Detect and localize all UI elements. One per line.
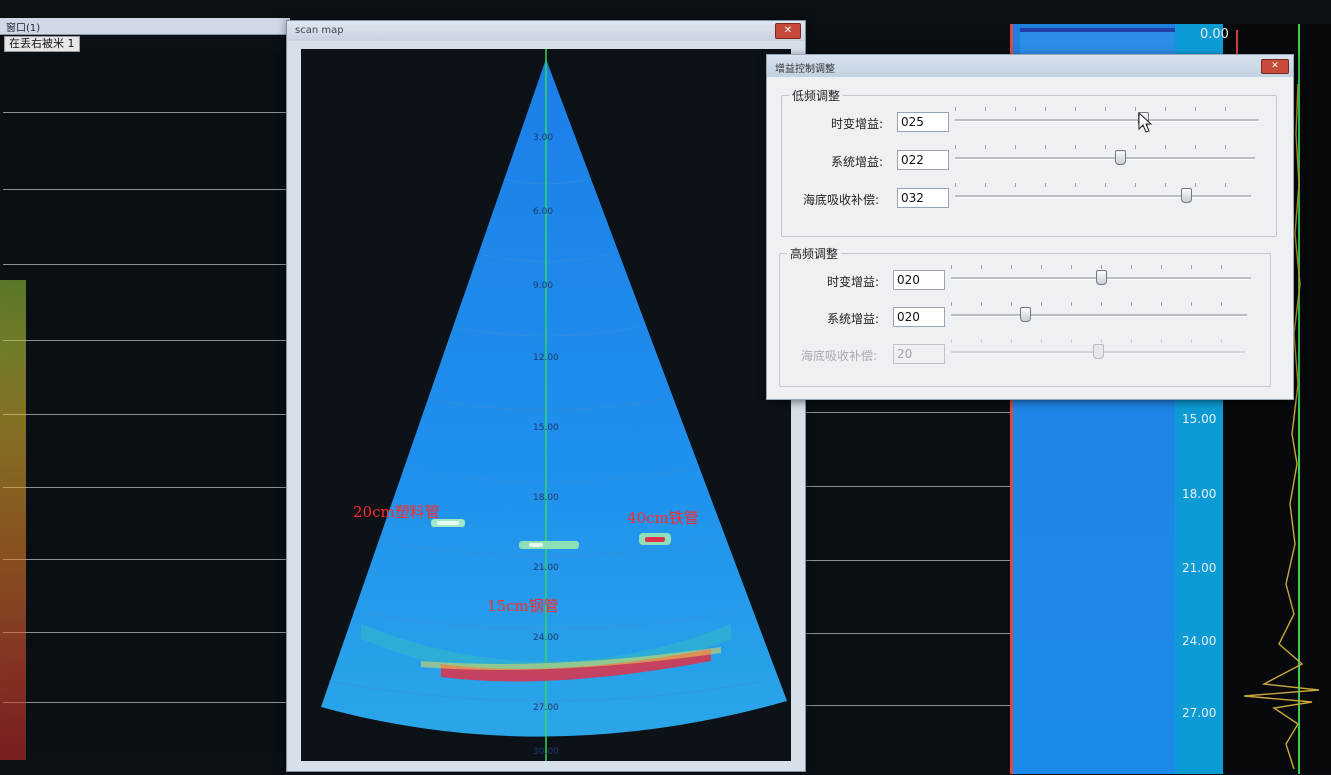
low-system-gain-label: 系统增益: (830, 155, 883, 169)
depth-label: 18.00 (533, 493, 559, 503)
slider-ticks (955, 145, 1255, 149)
annotation-iron-pipe: 40cm铁管 (627, 509, 699, 527)
sonar-fan-svg (321, 49, 787, 761)
grid-line (805, 633, 1010, 634)
high-tvg-label: 时变增益: (826, 275, 879, 289)
grid-line (805, 486, 1010, 487)
depth-label: 12.00 (533, 353, 559, 363)
grid-line (3, 632, 303, 633)
grid-line (3, 112, 303, 113)
color-scale-bar (0, 280, 26, 760)
scan-map-window[interactable]: scan map ✕ 3.00 6.00 9.00 12.00 15.00 18… (286, 20, 806, 772)
gain-adjust-dialog[interactable]: 增益控制调整 ✕ 低频调整 时变增益: 025 系统增益: 022 海底吸收补偿… (766, 54, 1294, 400)
scale-label: 18.00 (1182, 487, 1217, 501)
left-waterfall-grid (3, 52, 303, 752)
grid-line (805, 705, 1010, 706)
scale-label: 27.00 (1182, 706, 1217, 720)
low-tvg-slider-track[interactable] (955, 119, 1259, 122)
low-absorption-slider-thumb[interactable] (1180, 188, 1192, 203)
grid-line (805, 560, 1010, 561)
annotation-plastic-pipe: 20cm塑料管 (353, 503, 440, 521)
low-system-gain-slider-track[interactable] (955, 157, 1255, 160)
high-system-gain-label: 系统增益: (826, 312, 879, 326)
scan-map-titlebar[interactable]: scan map ✕ (287, 21, 805, 41)
low-system-gain-input[interactable]: 022 (897, 150, 949, 170)
low-absorption-input[interactable]: 032 (897, 188, 949, 208)
sonar-fan-view: 3.00 6.00 9.00 12.00 15.00 18.00 21.00 2… (301, 49, 791, 761)
high-system-gain-slider-thumb[interactable] (1020, 307, 1031, 322)
high-tvg-slider-thumb[interactable] (1096, 270, 1107, 285)
high-absorption-label: 海底吸收补偿: (800, 349, 877, 363)
profile-top-strip (1020, 28, 1192, 54)
low-absorption-label: 海底吸收补偿: (802, 193, 879, 207)
depth-label: 24.00 (533, 633, 559, 643)
depth-label: 27.00 (533, 703, 559, 713)
low-absorption-slider-track[interactable] (955, 195, 1251, 198)
depth-label: 21.00 (533, 563, 559, 573)
depth-label: 6.00 (533, 207, 554, 217)
low-tvg-label: 时变增益: (830, 117, 883, 131)
target-iron-pipe (639, 533, 671, 545)
slider-ticks (951, 339, 1245, 343)
high-absorption-slider-thumb (1093, 344, 1104, 359)
grid-line (3, 559, 303, 560)
slider-ticks (951, 302, 1247, 306)
main-window-title: 窗口(1) (6, 23, 41, 34)
grid-line (3, 487, 303, 488)
main-window-titlebar[interactable]: 窗口(1) (0, 18, 290, 35)
scan-map-close-button[interactable]: ✕ (775, 23, 801, 39)
scale-label: 24.00 (1182, 634, 1217, 648)
slider-ticks (955, 183, 1251, 187)
slider-ticks (951, 265, 1251, 269)
gain-dialog-title: 增益控制调整 (775, 64, 835, 75)
gain-dialog-titlebar[interactable]: 增益控制调整 ✕ (767, 55, 1293, 77)
high-system-gain-input[interactable]: 020 (893, 307, 945, 327)
low-freq-group-title: 低频调整 (789, 87, 844, 104)
grid-line (3, 189, 303, 190)
status-label: 在丢右被米 1 (4, 36, 80, 52)
scan-map-title: scan map (295, 25, 344, 36)
low-system-gain-slider-thumb[interactable] (1115, 150, 1126, 165)
high-absorption-input: 20 (893, 344, 945, 364)
depth-label: 15.00 (533, 423, 559, 433)
grid-line (3, 702, 303, 703)
target-steel-pipe (519, 541, 579, 549)
grid-line (3, 340, 303, 341)
high-system-gain-slider-track[interactable] (951, 314, 1247, 317)
grid-line (3, 414, 303, 415)
depth-label: 3.00 (533, 133, 554, 143)
grid-line (805, 412, 1010, 413)
mouse-cursor-icon (1138, 112, 1153, 133)
high-tvg-input[interactable]: 020 (893, 270, 945, 290)
scale-label: 15.00 (1182, 412, 1217, 426)
low-tvg-input[interactable]: 025 (897, 112, 949, 132)
top-readout: 0.00 (1200, 27, 1229, 42)
depth-label: 9.00 (533, 281, 554, 291)
annotation-steel-pipe: 15cm钢管 (487, 597, 559, 615)
grid-line (3, 264, 303, 265)
gain-dialog-close-button[interactable]: ✕ (1261, 59, 1289, 74)
desktop-background: 窗口(1) 在丢右被米 1 15.00 18.00 21.00 24.00 27… (0, 0, 1331, 775)
high-freq-group-title: 高频调整 (787, 245, 842, 262)
slider-ticks (955, 107, 1255, 111)
scale-label: 21.00 (1182, 561, 1217, 575)
depth-label: 30.00 (533, 747, 559, 757)
